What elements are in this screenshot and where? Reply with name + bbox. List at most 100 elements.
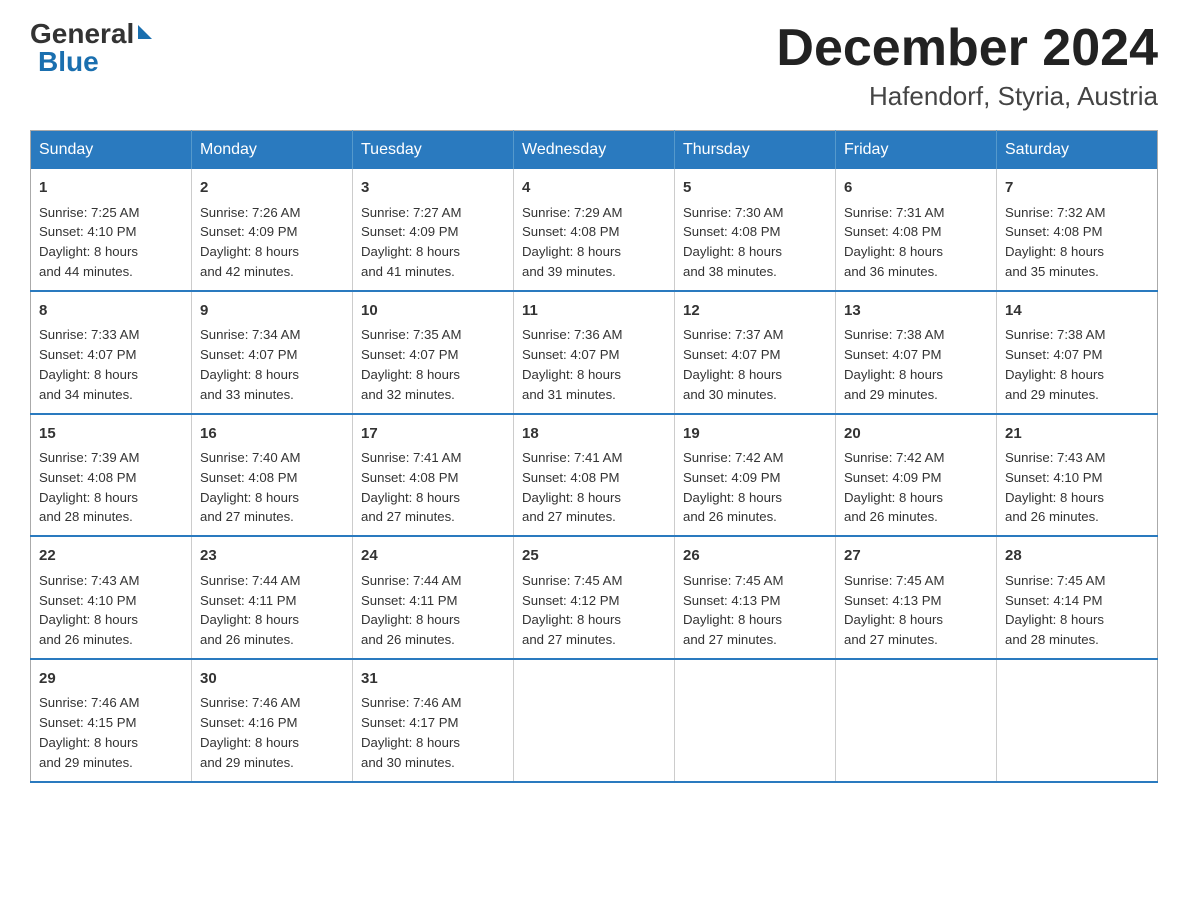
day-details: Sunrise: 7:29 AMSunset: 4:08 PMDaylight:… [522,203,666,282]
day-number: 12 [683,300,827,323]
calendar-cell: 12Sunrise: 7:37 AMSunset: 4:07 PMDayligh… [675,291,836,414]
calendar-cell: 6 Sunrise: 7:31 AMSunset: 4:08 PMDaylight… [836,169,997,291]
day-number: 27 [844,545,988,568]
column-header-monday: Monday [192,131,353,170]
column-header-thursday: Thursday [675,131,836,170]
calendar-cell: 7 Sunrise: 7:32 AMSunset: 4:08 PMDaylight… [997,169,1158,291]
day-number: 7 [1005,177,1149,200]
calendar-cell: 25Sunrise: 7:45 AMSunset: 4:12 PMDayligh… [514,536,675,659]
week-row-5: 29Sunrise: 7:46 AMSunset: 4:15 PMDayligh… [31,659,1158,782]
day-details: Sunrise: 7:37 AMSunset: 4:07 PMDaylight:… [683,325,827,404]
day-details: Sunrise: 7:41 AMSunset: 4:08 PMDaylight:… [522,448,666,527]
day-number: 9 [200,300,344,323]
column-header-sunday: Sunday [31,131,192,170]
day-number: 16 [200,423,344,446]
calendar-cell: 13Sunrise: 7:38 AMSunset: 4:07 PMDayligh… [836,291,997,414]
day-details: Sunrise: 7:26 AMSunset: 4:09 PMDaylight:… [200,203,344,282]
week-row-1: 1Sunrise: 7:25 AMSunset: 4:10 PMDaylight… [31,169,1158,291]
day-number: 26 [683,545,827,568]
day-number: 29 [39,668,183,691]
day-details: Sunrise: 7:43 AMSunset: 4:10 PMDaylight:… [1005,448,1149,527]
day-details: Sunrise: 7:46 AMSunset: 4:16 PMDaylight:… [200,693,344,772]
day-details: Sunrise: 7:33 AMSunset: 4:07 PMDaylight:… [39,325,183,404]
day-details: Sunrise: 7:45 AMSunset: 4:13 PMDaylight:… [683,571,827,650]
day-details: Sunrise: 7:42 AMSunset: 4:09 PMDaylight:… [844,448,988,527]
calendar-table: SundayMondayTuesdayWednesdayThursdayFrid… [30,130,1158,782]
day-number: 10 [361,300,505,323]
calendar-cell: 15Sunrise: 7:39 AMSunset: 4:08 PMDayligh… [31,414,192,537]
column-header-wednesday: Wednesday [514,131,675,170]
page-header: General Blue December 2024 Hafendorf, St… [30,20,1158,112]
calendar-cell: 23 Sunrise: 7:44 AMSunset: 4:11 PMDayligh… [192,536,353,659]
day-number: 6 [844,177,988,200]
calendar-cell: 9Sunrise: 7:34 AMSunset: 4:07 PMDaylight… [192,291,353,414]
day-number: 11 [522,300,666,323]
calendar-cell: 31Sunrise: 7:46 AMSunset: 4:17 PMDayligh… [353,659,514,782]
calendar-cell: 4Sunrise: 7:29 AMSunset: 4:08 PMDaylight… [514,169,675,291]
day-number: 25 [522,545,666,568]
month-title: December 2024 [776,20,1158,77]
day-details: Sunrise: 7:38 AMSunset: 4:07 PMDaylight:… [844,325,988,404]
calendar-cell [836,659,997,782]
calendar-cell [675,659,836,782]
day-details: Sunrise: 7:42 AMSunset: 4:09 PMDaylight:… [683,448,827,527]
week-row-3: 15Sunrise: 7:39 AMSunset: 4:08 PMDayligh… [31,414,1158,537]
day-number: 21 [1005,423,1149,446]
day-details: Sunrise: 7:38 AMSunset: 4:07 PMDaylight:… [1005,325,1149,404]
calendar-cell: 16Sunrise: 7:40 AMSunset: 4:08 PMDayligh… [192,414,353,537]
calendar-cell: 19Sunrise: 7:42 AMSunset: 4:09 PMDayligh… [675,414,836,537]
day-number: 8 [39,300,183,323]
calendar-cell: 11Sunrise: 7:36 AMSunset: 4:07 PMDayligh… [514,291,675,414]
calendar-cell: 21Sunrise: 7:43 AMSunset: 4:10 PMDayligh… [997,414,1158,537]
calendar-cell [997,659,1158,782]
column-header-tuesday: Tuesday [353,131,514,170]
day-number: 31 [361,668,505,691]
calendar-cell [514,659,675,782]
logo-blue-text: Blue [30,48,99,76]
calendar-cell: 10Sunrise: 7:35 AMSunset: 4:07 PMDayligh… [353,291,514,414]
day-details: Sunrise: 7:34 AMSunset: 4:07 PMDaylight:… [200,325,344,404]
logo-general-text: General [30,20,134,48]
day-details: Sunrise: 7:43 AMSunset: 4:10 PMDaylight:… [39,571,183,650]
day-number: 18 [522,423,666,446]
location-title: Hafendorf, Styria, Austria [776,81,1158,112]
day-details: Sunrise: 7:36 AMSunset: 4:07 PMDaylight:… [522,325,666,404]
day-number: 5 [683,177,827,200]
week-row-2: 8Sunrise: 7:33 AMSunset: 4:07 PMDaylight… [31,291,1158,414]
day-details: Sunrise: 7:46 AMSunset: 4:17 PMDaylight:… [361,693,505,772]
calendar-header-row: SundayMondayTuesdayWednesdayThursdayFrid… [31,131,1158,170]
day-number: 15 [39,423,183,446]
day-details: Sunrise: 7:44 AMSunset: 4:11 PMDaylight:… [361,571,505,650]
day-details: Sunrise: 7:41 AMSunset: 4:08 PMDaylight:… [361,448,505,527]
day-number: 3 [361,177,505,200]
calendar-cell: 14Sunrise: 7:38 AMSunset: 4:07 PMDayligh… [997,291,1158,414]
calendar-cell: 29Sunrise: 7:46 AMSunset: 4:15 PMDayligh… [31,659,192,782]
day-number: 17 [361,423,505,446]
day-number: 20 [844,423,988,446]
column-header-friday: Friday [836,131,997,170]
day-number: 2 [200,177,344,200]
calendar-cell: 3 Sunrise: 7:27 AMSunset: 4:09 PMDaylight… [353,169,514,291]
day-number: 19 [683,423,827,446]
calendar-cell: 17Sunrise: 7:41 AMSunset: 4:08 PMDayligh… [353,414,514,537]
logo: General Blue [30,20,152,76]
calendar-cell: 30Sunrise: 7:46 AMSunset: 4:16 PMDayligh… [192,659,353,782]
day-number: 13 [844,300,988,323]
day-number: 23 [200,545,344,568]
day-details: Sunrise: 7:46 AMSunset: 4:15 PMDaylight:… [39,693,183,772]
day-details: Sunrise: 7:30 AMSunset: 4:08 PMDaylight:… [683,203,827,282]
day-details: Sunrise: 7:35 AMSunset: 4:07 PMDaylight:… [361,325,505,404]
day-number: 30 [200,668,344,691]
day-details: Sunrise: 7:45 AMSunset: 4:13 PMDaylight:… [844,571,988,650]
day-details: Sunrise: 7:31 AMSunset: 4:08 PMDaylight:… [844,203,988,282]
day-number: 14 [1005,300,1149,323]
calendar-cell: 24Sunrise: 7:44 AMSunset: 4:11 PMDayligh… [353,536,514,659]
title-area: December 2024 Hafendorf, Styria, Austria [776,20,1158,112]
day-details: Sunrise: 7:40 AMSunset: 4:08 PMDaylight:… [200,448,344,527]
calendar-cell: 22Sunrise: 7:43 AMSunset: 4:10 PMDayligh… [31,536,192,659]
week-row-4: 22Sunrise: 7:43 AMSunset: 4:10 PMDayligh… [31,536,1158,659]
day-details: Sunrise: 7:32 AMSunset: 4:08 PMDaylight:… [1005,203,1149,282]
day-details: Sunrise: 7:44 AMSunset: 4:11 PMDaylight:… [200,571,344,650]
logo-triangle-icon [138,25,152,39]
day-details: Sunrise: 7:27 AMSunset: 4:09 PMDaylight:… [361,203,505,282]
